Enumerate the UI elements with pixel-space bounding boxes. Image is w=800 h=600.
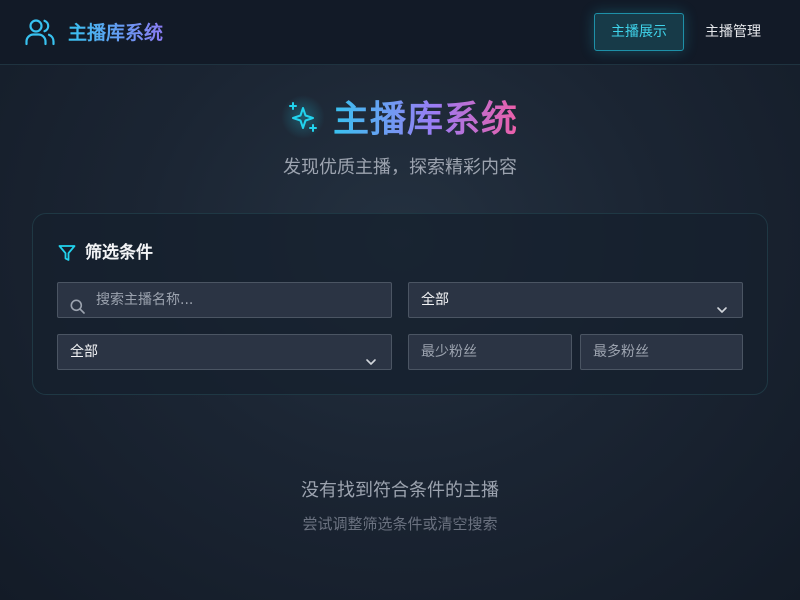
max-followers-input[interactable] [593,335,733,369]
nav-anchor-management[interactable]: 主播管理 [694,13,772,51]
sparkles-icon [286,100,320,134]
filter-icon [58,244,76,262]
filter-select-2[interactable]: 全部 [57,334,392,370]
page-title: 主播库系统 [333,96,518,144]
chevron-down-icon [716,295,728,313]
chevron-down-icon [365,347,377,365]
filter-panel: 筛选条件 全部 全部 [32,213,768,395]
users-icon [24,16,56,48]
nav-anchor-showcase[interactable]: 主播展示 [594,13,684,51]
min-followers-field [408,334,572,370]
max-followers-field [580,334,743,370]
filter-select-1-value: 全部 [421,292,449,308]
top-navbar: 主播库系统 主播展示 主播管理 [0,0,800,65]
empty-state-hint: 尝试调整筛选条件或清空搜索 [302,515,498,533]
empty-state-title: 没有找到符合条件的主播 [301,480,499,501]
filter-select-1[interactable]: 全部 [408,282,743,318]
filter-select-2-value: 全部 [70,344,98,360]
filter-panel-title: 筛选条件 [85,243,153,263]
page-subtitle: 发现优质主播，探索精彩内容 [283,157,517,178]
search-icon [70,293,85,314]
min-followers-input[interactable] [421,335,561,369]
search-input[interactable] [96,283,386,317]
brand-name[interactable]: 主播库系统 [68,20,163,46]
search-field [57,282,392,318]
